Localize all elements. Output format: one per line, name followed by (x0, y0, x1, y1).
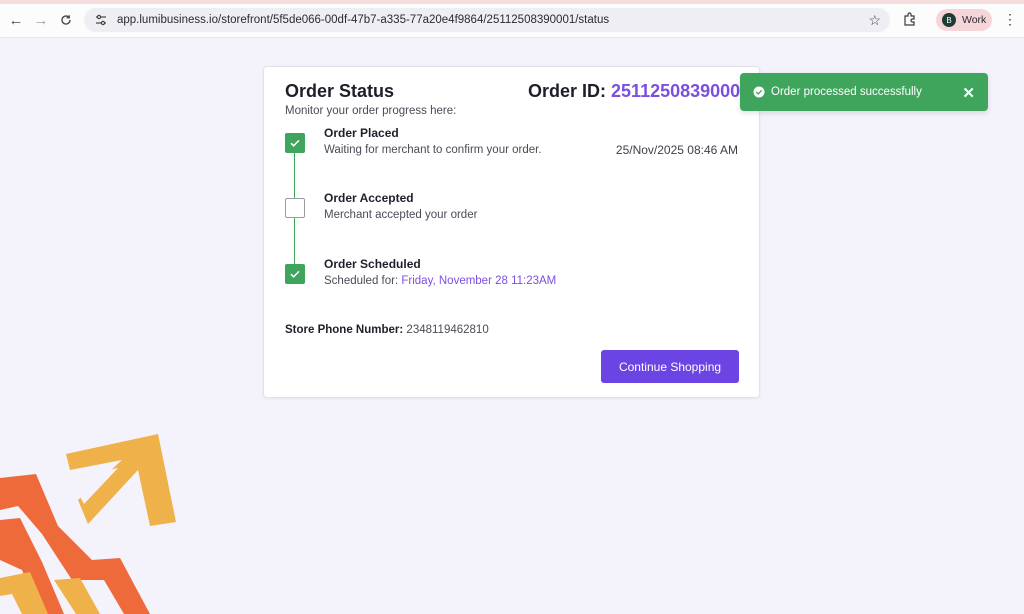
tab-strip (0, 0, 1024, 4)
bookmark-star-icon[interactable]: ☆ (868, 12, 881, 29)
address-bar[interactable]: app.lumibusiness.io/storefront/5f5de066-… (84, 8, 890, 32)
store-phone: Store Phone Number: 2348119462810 (285, 324, 489, 336)
site-settings-icon[interactable] (94, 13, 108, 27)
continue-shopping-button[interactable]: Continue Shopping (601, 350, 739, 383)
scheduled-datetime: Friday, November 28 11:23AM (401, 275, 557, 287)
order-id-value: 25112508390001 (611, 81, 751, 101)
success-toast: Order processed successfully ✕ (740, 73, 988, 111)
order-placed-date: 25/Nov/2025 08:46 AM (615, 143, 738, 157)
store-phone-value: 2348119462810 (406, 324, 489, 336)
check-icon (285, 133, 305, 153)
unchecked-box-icon (285, 198, 305, 218)
step-label: Order Accepted (324, 191, 414, 205)
store-phone-label: Store Phone Number: (285, 324, 404, 336)
brand-arrows-logo (0, 434, 176, 614)
order-id-label: Order ID: (528, 81, 607, 101)
forward-icon[interactable]: → (31, 10, 51, 30)
step-label: Order Scheduled (324, 257, 421, 271)
extensions-icon[interactable] (902, 11, 918, 27)
browser-toolbar: ← → app.lumibusiness.io/storefront/5f5de… (0, 0, 1024, 38)
step-description: Scheduled for: Friday, November 28 11:23… (324, 275, 556, 287)
order-status-card: Order Status Monitor your order progress… (263, 66, 760, 398)
step-label: Order Placed (324, 126, 399, 140)
scheduled-prefix: Scheduled for: (324, 275, 399, 287)
profile-button[interactable]: B Work (936, 9, 992, 31)
profile-name: Work (962, 14, 987, 26)
reload-icon[interactable] (56, 10, 76, 30)
url-text[interactable]: app.lumibusiness.io/storefront/5f5de066-… (117, 14, 609, 26)
step-description: Waiting for merchant to confirm your ord… (324, 144, 542, 156)
step-description: Merchant accepted your order (324, 209, 478, 221)
avatar: B (942, 13, 956, 27)
page-title: Order Status (285, 81, 395, 101)
page-subtitle: Monitor your order progress here: (285, 105, 457, 117)
order-id: Order ID: 25112508390001 (528, 81, 750, 102)
check-circle-icon (753, 86, 765, 98)
check-icon (285, 264, 305, 284)
close-icon[interactable]: ✕ (962, 84, 975, 102)
toast-message: Order processed successfully (771, 86, 922, 98)
back-icon[interactable]: ← (6, 10, 26, 30)
more-menu-icon[interactable]: ⋮ (1003, 11, 1017, 28)
